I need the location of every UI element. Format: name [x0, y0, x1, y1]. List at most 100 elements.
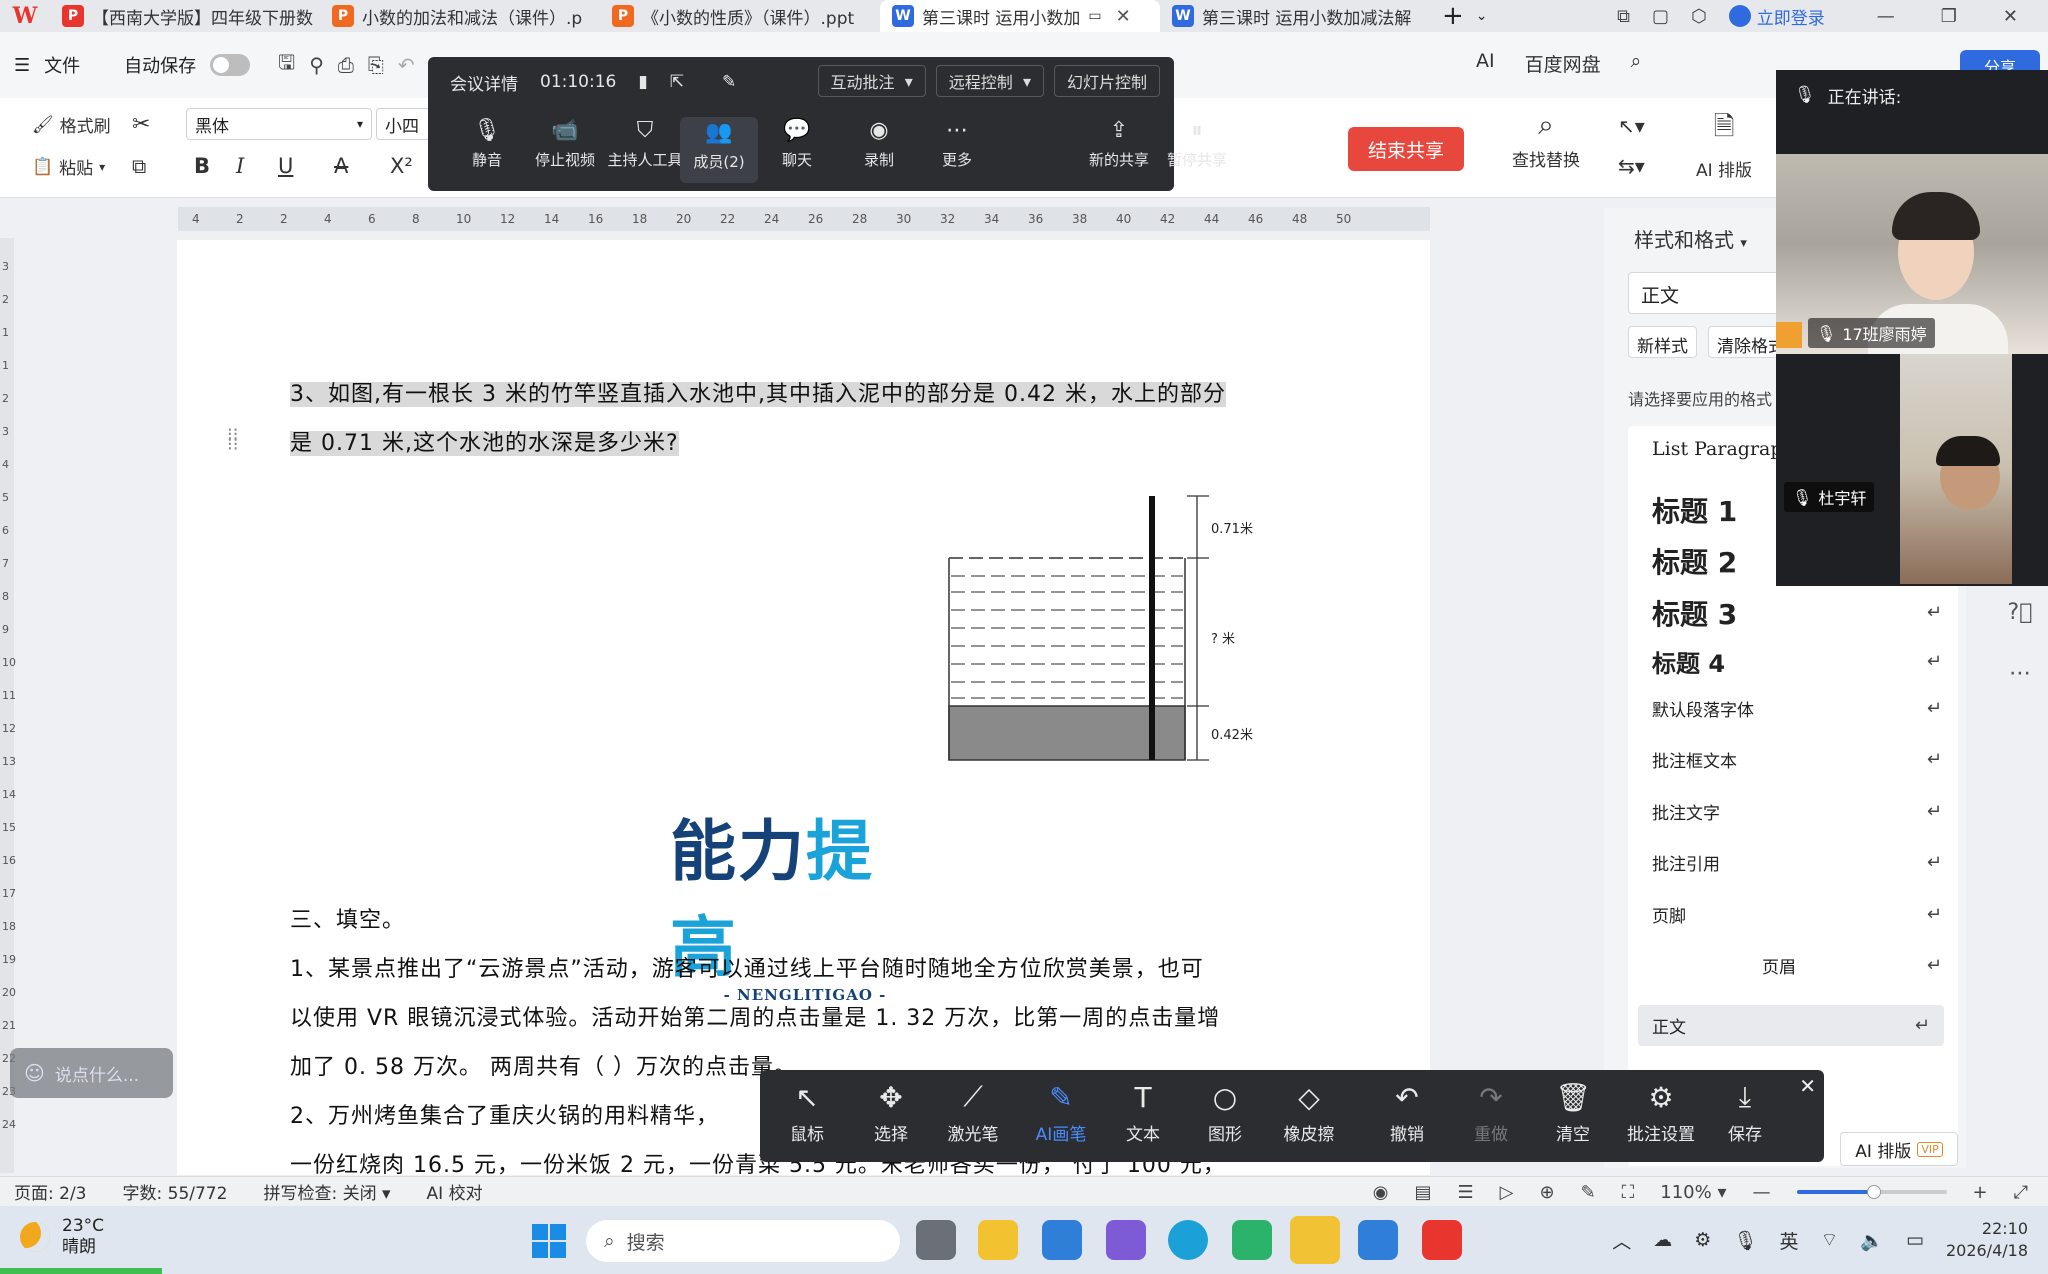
paste-button[interactable]: 📋 粘贴 ▾: [32, 154, 105, 180]
tab-0[interactable]: P 【西南大学版】四年级下册数: [50, 0, 320, 32]
restore-icon[interactable]: ❐: [1941, 6, 1957, 27]
meeting-tool-1[interactable]: 📹 停止视频: [526, 117, 604, 170]
annotation-tool-2[interactable]: ⟋ 激光笔: [938, 1080, 1008, 1145]
tab-3-active[interactable]: W 第三课时 运用小数加 ▭ ✕: [880, 0, 1160, 32]
window-icon[interactable]: ▢: [1652, 6, 1669, 27]
zoom-slider[interactable]: [1796, 1185, 1947, 1199]
annotation-tool-9[interactable]: 🗑 清空: [1538, 1081, 1608, 1146]
task-view-icon[interactable]: [916, 1220, 956, 1260]
app-icon-triangle[interactable]: [1232, 1220, 1272, 1260]
screenshot-icon[interactable]: ⧉: [1617, 6, 1630, 27]
baidu-netdisk-menu[interactable]: 百度网盘: [1525, 50, 1601, 77]
play-icon[interactable]: ▷: [1500, 1182, 1514, 1203]
slide-control-button[interactable]: 幻灯片控制: [1053, 65, 1160, 97]
meeting-tool-5[interactable]: ◉ 录制: [840, 117, 918, 170]
annotation-tool-5[interactable]: ○ 图形: [1190, 1081, 1260, 1146]
style-item[interactable]: 正文 ↵: [1638, 1004, 1944, 1046]
outline-view-icon[interactable]: ☰: [1457, 1182, 1473, 1203]
pen-icon[interactable]: ✎: [1581, 1182, 1596, 1203]
microphone-tray-icon[interactable]: 🎙: [1733, 1229, 1757, 1252]
meeting-tool-8[interactable]: ⏸ 暂停共享: [1158, 117, 1236, 170]
annotation-tool-4[interactable]: T 文本: [1108, 1081, 1178, 1146]
print-icon[interactable]: ⎙: [338, 53, 354, 77]
save-icon[interactable]: 🖫: [278, 48, 295, 82]
zoom-in-icon[interactable]: +: [1973, 1182, 1988, 1203]
styles-pane-title[interactable]: 样式和格式 ▾: [1634, 224, 1747, 253]
font-name-select[interactable]: 黑体 ▾: [186, 108, 372, 140]
page-view-icon[interactable]: ▤: [1414, 1182, 1431, 1203]
meeting-tool-3[interactable]: 👥 成员(2): [680, 117, 758, 183]
minimize-icon[interactable]: —: [1877, 6, 1895, 27]
eye-icon[interactable]: ◉: [1373, 1182, 1389, 1203]
tab-list-chevron-icon[interactable]: ⌄: [1476, 8, 1488, 24]
edge-browser-icon[interactable]: [1168, 1220, 1208, 1260]
close-tab-icon[interactable]: ✕: [1116, 6, 1131, 27]
spell-check[interactable]: 拼写检查: 关闭 ▾: [263, 1179, 390, 1204]
file-explorer-icon[interactable]: [978, 1220, 1018, 1260]
file-menu[interactable]: 文件: [44, 52, 80, 78]
participant-video-1[interactable]: 🎙 17班廖雨婷: [1776, 154, 2048, 354]
clock[interactable]: 22:10 2026/4/18: [1946, 1218, 2028, 1262]
strikethrough-icon[interactable]: A: [334, 154, 348, 178]
wps-logo[interactable]: W: [0, 0, 50, 32]
style-item[interactable]: 页脚 ↵: [1652, 902, 1942, 927]
style-item[interactable]: 页眉 ↵: [1652, 953, 1942, 978]
cut-icon[interactable]: ✂: [132, 112, 150, 137]
annotation-tool-7[interactable]: ↶ 撤销: [1372, 1081, 1442, 1146]
wps-taskbar-icon[interactable]: [1422, 1220, 1462, 1260]
web-view-icon[interactable]: ⊕: [1539, 1182, 1554, 1203]
meeting-tool-4[interactable]: 💬 聊天: [758, 117, 836, 170]
meeting-tool-2[interactable]: ⛉ 主持人工具: [606, 117, 684, 170]
wifi-icon[interactable]: ⌔: [1820, 1228, 1838, 1252]
copy-icon[interactable]: ⧉: [132, 154, 146, 178]
zoom-out-icon[interactable]: —: [1753, 1182, 1771, 1203]
windows-start-icon[interactable]: [532, 1224, 566, 1258]
meeting-details[interactable]: 会议详情: [450, 70, 518, 95]
ai-proofread[interactable]: AI 校对: [427, 1179, 483, 1204]
participant-video-2[interactable]: 🎙 杜宇轩: [1776, 354, 2048, 584]
find-replace-button[interactable]: ⌕ 查找替换: [1512, 108, 1580, 171]
popout-icon[interactable]: ⇱: [670, 72, 684, 92]
zoom-level[interactable]: 110% ▾: [1660, 1182, 1726, 1203]
meeting-app-icon[interactable]: [1358, 1220, 1398, 1260]
fullscreen-icon[interactable]: ⤢: [2014, 1182, 2028, 1203]
tab-4[interactable]: W 第三课时 运用小数加减法解: [1160, 0, 1430, 32]
underline-icon[interactable]: U: [278, 154, 293, 178]
meeting-tool-0[interactable]: 🎙 静音: [448, 117, 526, 170]
tray-expand-icon[interactable]: ︿: [1612, 1227, 1631, 1254]
volume-icon[interactable]: 🔈: [1860, 1229, 1884, 1252]
weather-widget[interactable]: 23°C 晴朗: [20, 1216, 104, 1258]
remote-control-button[interactable]: 远程控制 ▾: [935, 65, 1044, 97]
new-style-button[interactable]: 新样式: [1628, 326, 1697, 358]
ai-menu[interactable]: AI: [1476, 50, 1495, 77]
link-icon[interactable]: ⚲: [309, 53, 324, 77]
meeting-tool-6[interactable]: ⋯ 更多: [918, 117, 996, 170]
taskbar-search[interactable]: ⌕ 搜索: [586, 1220, 900, 1262]
drag-handle-icon[interactable]: ⁝⁝ ⁝⁝: [227, 426, 238, 454]
page-count[interactable]: 页面: 2/3: [14, 1179, 87, 1204]
tray-app-icon[interactable]: ⚙: [1694, 1229, 1711, 1251]
fit-icon[interactable]: ⛶: [1622, 1182, 1635, 1203]
annotation-tool-1[interactable]: ✥ 选择: [856, 1081, 926, 1146]
app-icon-purple[interactable]: [1106, 1220, 1146, 1260]
bold-icon[interactable]: B: [194, 154, 210, 178]
end-share-button[interactable]: 结束共享: [1348, 127, 1464, 171]
battery-icon[interactable]: ▭: [1906, 1229, 1924, 1251]
login-button[interactable]: 立即登录: [1728, 4, 1825, 29]
superscript-icon[interactable]: X²: [390, 154, 413, 178]
select-pointer-icon[interactable]: ↖▾: [1618, 114, 1645, 138]
annotation-off-icon[interactable]: ✎: [722, 72, 736, 92]
word-count[interactable]: 字数: 55/772: [123, 1179, 228, 1204]
search-icon[interactable]: ⌕: [1631, 50, 1642, 77]
style-item[interactable]: 批注框文本 ↵: [1652, 747, 1942, 772]
meeting-tool-7[interactable]: ⇪ 新的共享: [1080, 117, 1158, 170]
undo-icon[interactable]: ↶: [398, 53, 415, 77]
chat-input[interactable]: ☺ 说点什么...: [10, 1048, 173, 1098]
print-preview-icon[interactable]: ⎘: [368, 53, 384, 77]
italic-icon[interactable]: I: [236, 154, 244, 178]
security-shield-icon[interactable]: [1290, 1216, 1340, 1264]
annotation-tool-0[interactable]: ↖ 鼠标: [772, 1081, 842, 1146]
style-item[interactable]: 标题 3 ↵: [1652, 593, 1942, 633]
hamburger-icon[interactable]: ☰: [14, 55, 30, 76]
help-icon[interactable]: ?⃝: [2008, 600, 2033, 625]
